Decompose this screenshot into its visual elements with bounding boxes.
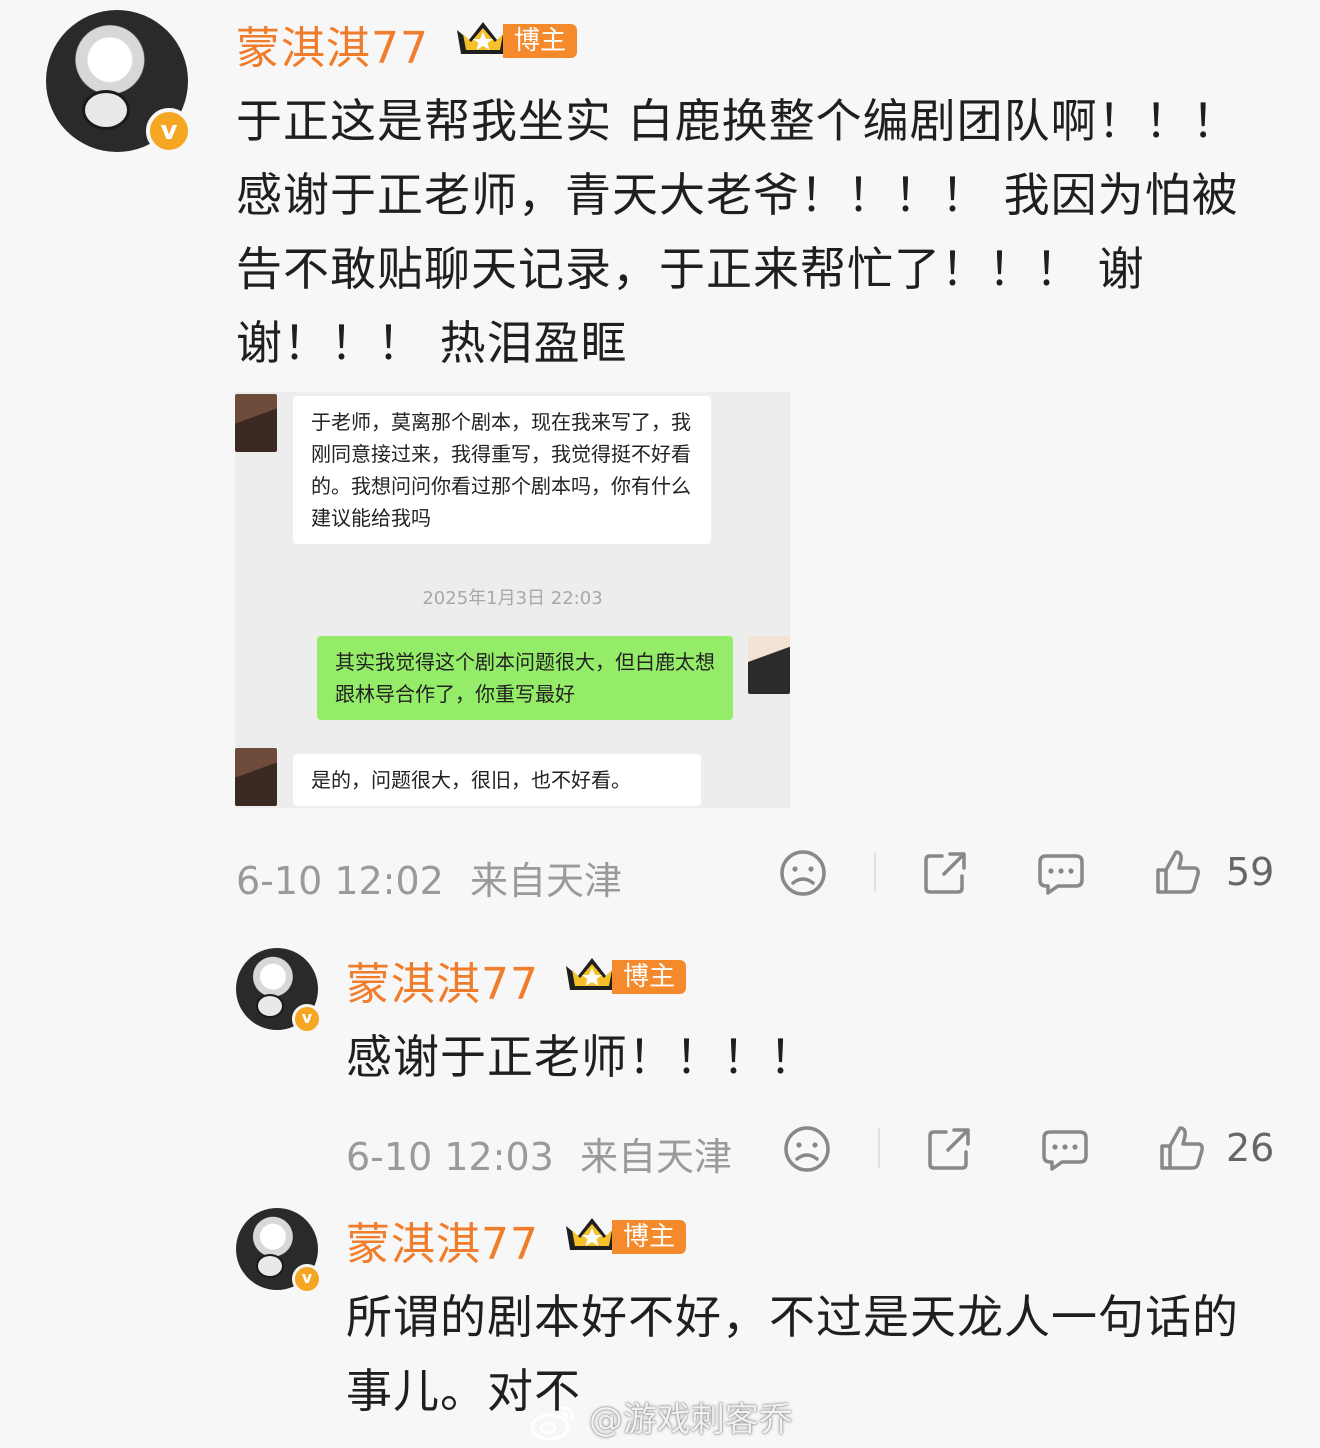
share-icon — [924, 852, 966, 894]
chat-avatar — [235, 394, 277, 452]
verified-icon: v — [146, 108, 192, 154]
verified-icon: v — [292, 1264, 322, 1294]
verified-icon: v — [292, 1004, 322, 1034]
dislike-button[interactable] — [778, 848, 828, 898]
badge-label: 博主 — [503, 24, 577, 58]
divider — [874, 852, 876, 892]
avatar[interactable]: v — [236, 1208, 322, 1294]
like-count: 26 — [1226, 1126, 1275, 1170]
like-button[interactable] — [1156, 1124, 1206, 1174]
chat-screenshot[interactable]: 于老师，莫离那个剧本，现在我来写了，我刚同意接过来，我得重写，我觉得挺不好看的。… — [235, 392, 790, 808]
chat-timestamp: 2025年1月3日 22:03 — [422, 588, 603, 609]
comment-meta: 6-10 12:02 来自天津 — [236, 850, 622, 905]
sad-face-icon — [784, 1126, 830, 1172]
comment-text: 所谓的剧本好不好，不过是天龙人一句话的事儿。对不 — [346, 1290, 1239, 1418]
chat-message: 是的，问题很大，很旧，也不好看。 — [293, 754, 701, 806]
divider — [878, 1128, 880, 1168]
share-button[interactable] — [920, 848, 970, 898]
comment-icon — [1038, 854, 1084, 895]
avatar-face — [256, 1254, 284, 1278]
comment-icon — [1042, 1130, 1088, 1171]
reply-button[interactable] — [1036, 848, 1086, 898]
comment-text: 感谢于正老师！！！！ — [346, 1030, 816, 1084]
avatar-face — [82, 90, 130, 130]
chat-message: 其实我觉得这个剧本问题很大，但白鹿太想跟林导合作了，你重写最好 — [317, 636, 733, 720]
watermark: @游戏刺客乔 — [528, 1392, 793, 1442]
watermark-text: @游戏刺客乔 — [588, 1400, 793, 1440]
comment-location: 来自天津 — [469, 859, 622, 903]
chat-message: 于老师，莫离那个剧本，现在我来写了，我刚同意接过来，我得重写，我觉得挺不好看的。… — [293, 396, 711, 544]
comment-meta: 6-10 12:03 来自天津 — [346, 1126, 732, 1181]
chat-avatar — [748, 636, 790, 694]
comment-time: 6-10 12:03 — [346, 1135, 554, 1179]
like-button[interactable] — [1152, 848, 1202, 898]
comment-time: 6-10 12:02 — [236, 859, 444, 903]
sad-face-icon — [780, 850, 826, 896]
badge-label: 博主 — [612, 1220, 686, 1254]
avatar-face — [256, 994, 284, 1018]
comment-location: 来自天津 — [579, 1135, 732, 1179]
avatar[interactable]: v — [236, 948, 322, 1034]
weibo-logo-icon — [530, 1406, 574, 1440]
like-count: 59 — [1226, 850, 1275, 894]
reply-button[interactable] — [1040, 1124, 1090, 1174]
badge-label: 博主 — [612, 960, 686, 994]
share-button[interactable] — [924, 1124, 974, 1174]
thumbs-up-icon — [1156, 850, 1200, 894]
avatar[interactable]: v — [46, 10, 192, 154]
username[interactable]: 蒙淇淇77 — [236, 12, 429, 76]
comment-text: 于正这是帮我坐实 白鹿换整个编剧团队啊！！！感谢于正老师，青天大老爷！！！！ 我… — [236, 94, 1239, 370]
username[interactable]: 蒙淇淇77 — [346, 1208, 539, 1272]
thumbs-up-icon — [1160, 1126, 1204, 1170]
share-icon — [928, 1128, 970, 1170]
username[interactable]: 蒙淇淇77 — [346, 948, 539, 1012]
chat-avatar — [235, 748, 277, 806]
dislike-button[interactable] — [782, 1124, 832, 1174]
